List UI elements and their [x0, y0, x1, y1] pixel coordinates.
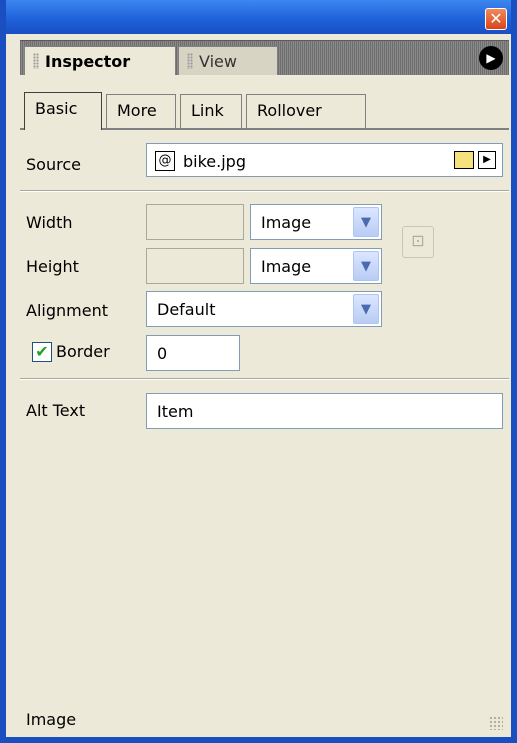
divider — [20, 378, 509, 380]
alt-text-field[interactable]: Item — [146, 393, 503, 429]
drag-grip-icon[interactable] — [33, 53, 39, 69]
constrain-icon: ⊡ — [411, 231, 425, 250]
tab-label: Inspector — [45, 51, 131, 71]
dropdown-chevron-icon[interactable]: ▼ — [353, 294, 379, 324]
dropdown-chevron-icon[interactable]: ▼ — [353, 207, 379, 237]
source-label: Source — [26, 155, 81, 174]
width-label: Width — [26, 213, 73, 232]
drag-grip-icon[interactable] — [187, 53, 193, 69]
height-label: Height — [26, 257, 79, 276]
border-label: Border — [56, 342, 110, 361]
title-bar[interactable]: ✕ — [6, 0, 511, 34]
border-checkbox[interactable]: ✔ — [32, 342, 52, 362]
tab-more[interactable]: More — [106, 94, 176, 128]
height-unit-value: Image — [261, 257, 312, 276]
tab-view[interactable]: View — [178, 46, 278, 75]
close-icon: ✕ — [489, 9, 503, 28]
status-text: Image — [26, 710, 77, 729]
source-file-icon: @ — [155, 151, 175, 171]
options-menu-button[interactable]: ▶ — [479, 46, 503, 70]
alt-text-value: Item — [157, 402, 194, 421]
tab-link[interactable]: Link — [180, 94, 242, 128]
width-unit-value: Image — [261, 213, 312, 232]
tab-label: View — [199, 51, 237, 71]
alt-text-label: Alt Text — [26, 401, 86, 420]
inspector-window: ✕ Inspector View ▶ More Link Rollover Ba… — [0, 0, 517, 743]
constrain-proportions-button[interactable]: ⊡ — [402, 226, 434, 258]
dropdown-chevron-icon[interactable]: ▼ — [353, 251, 379, 281]
tab-rollover[interactable]: Rollover — [246, 94, 366, 128]
close-button[interactable]: ✕ — [485, 8, 507, 30]
tab-basic[interactable]: Basic — [24, 92, 102, 130]
status-bar: Image — [20, 708, 509, 734]
resize-grip-icon[interactable] — [489, 716, 503, 730]
alignment-select[interactable]: Default ▼ — [146, 291, 382, 327]
source-field[interactable]: @ bike.jpg ▶ — [146, 143, 503, 177]
width-field[interactable] — [146, 204, 244, 240]
tab-inspector[interactable]: Inspector — [24, 46, 176, 75]
height-field[interactable] — [146, 248, 244, 284]
alignment-label: Alignment — [26, 301, 108, 320]
border-field[interactable]: 0 — [146, 335, 240, 371]
divider — [20, 190, 509, 192]
panel-tab-bar: Inspector View ▶ — [20, 40, 509, 75]
checkmark-icon: ✔ — [35, 342, 49, 361]
border-value: 0 — [157, 344, 168, 363]
options-arrow-icon: ▶ — [486, 51, 496, 65]
browse-arrow-icon[interactable]: ▶ — [478, 151, 496, 169]
alignment-value: Default — [157, 300, 216, 319]
height-unit-select[interactable]: Image ▼ — [250, 248, 382, 284]
source-value: bike.jpg — [183, 152, 246, 171]
inspector-subtabs: More Link Rollover Basic — [20, 84, 509, 130]
width-unit-select[interactable]: Image ▼ — [250, 204, 382, 240]
folder-icon[interactable] — [454, 151, 474, 169]
